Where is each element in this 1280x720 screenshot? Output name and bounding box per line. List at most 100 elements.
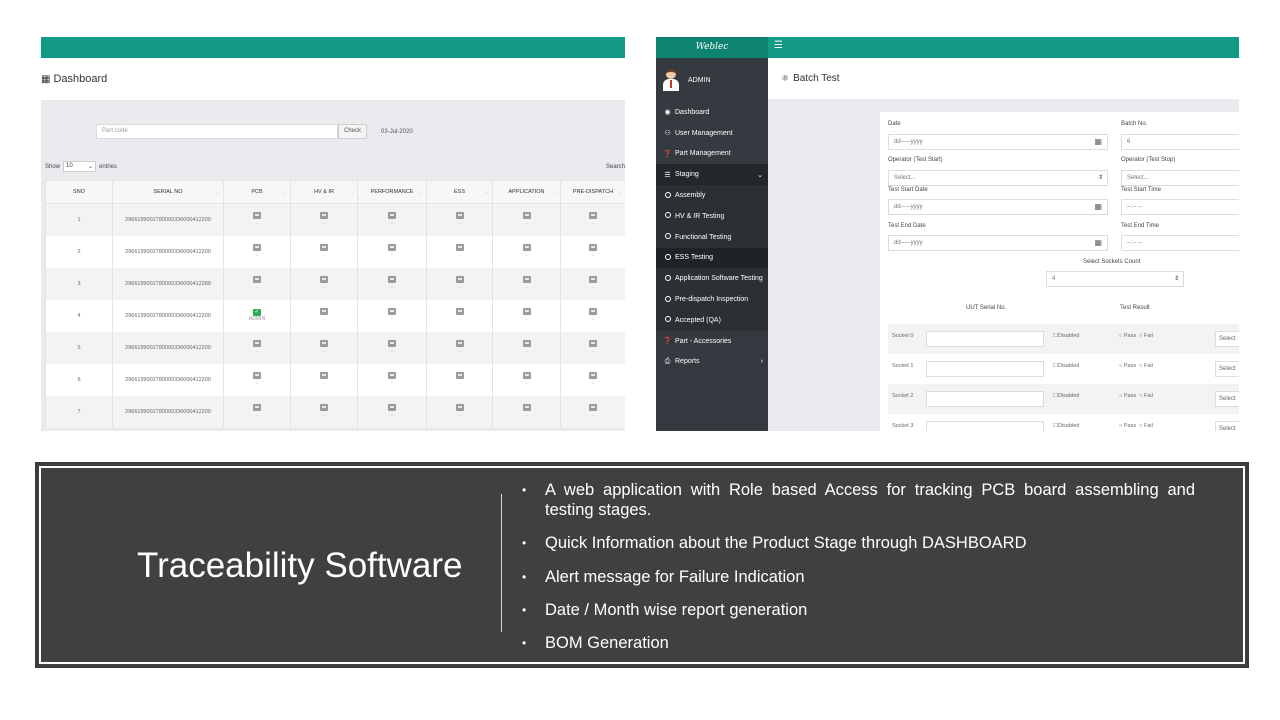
brand-logo[interactable]: Weblec	[656, 37, 768, 58]
pcb-status-cell[interactable]: ✓ ADMIN	[223, 299, 291, 332]
pending-icon[interactable]	[388, 244, 396, 251]
stage-status-cell[interactable]: -	[426, 395, 493, 428]
stage-status-cell[interactable]: -	[290, 203, 358, 236]
stage-status-cell[interactable]: -	[357, 363, 427, 396]
result-radio-group[interactable]: ○ Pass ○ Fail	[1119, 363, 1153, 369]
column-header[interactable]: PERFORMANCE ↑↓	[357, 180, 427, 204]
pending-icon[interactable]	[388, 372, 396, 379]
pending-icon[interactable]	[388, 308, 396, 315]
stage-status-cell[interactable]: -	[492, 235, 561, 268]
pending-icon[interactable]	[388, 212, 396, 220]
sidebar-item[interactable]: Accepted (QA)	[656, 309, 768, 331]
sidebar-item[interactable]: ☰ Staging ⌄	[656, 164, 768, 186]
stage-status-cell[interactable]: -	[426, 363, 493, 396]
entries-select[interactable]: 10 ⌄	[63, 161, 97, 172]
pending-icon[interactable]	[589, 244, 597, 251]
pending-icon[interactable]	[522, 212, 531, 220]
batch-no-input[interactable]: 6	[1121, 134, 1239, 150]
stage-status-cell[interactable]: -	[426, 267, 493, 300]
pending-icon[interactable]	[589, 372, 597, 379]
socket-select[interactable]: Select	[1215, 361, 1239, 377]
stage-status-cell[interactable]: -	[426, 235, 493, 268]
stage-status-cell[interactable]: -	[290, 267, 358, 300]
disabled-checkbox[interactable]: ☐Disabled	[1053, 393, 1079, 399]
pending-icon[interactable]	[522, 404, 531, 411]
stage-status-cell[interactable]: -	[357, 267, 427, 300]
pending-icon[interactable]	[253, 340, 261, 347]
stage-status-cell[interactable]: -	[492, 331, 561, 364]
pending-icon[interactable]	[522, 340, 531, 347]
socket-select[interactable]: Select	[1215, 421, 1239, 431]
result-radio-group[interactable]: ○ Pass ○ Fail	[1119, 333, 1153, 339]
pending-icon[interactable]	[320, 340, 328, 347]
stage-status-cell[interactable]: -	[290, 331, 358, 364]
pending-icon[interactable]	[253, 372, 261, 379]
pending-icon[interactable]	[320, 212, 328, 220]
stage-status-cell[interactable]: -	[426, 203, 493, 236]
pending-icon[interactable]	[455, 244, 464, 251]
disabled-checkbox[interactable]: ☐Disabled	[1053, 423, 1079, 429]
pending-icon[interactable]	[320, 372, 328, 379]
pending-icon[interactable]	[388, 404, 396, 411]
pending-icon[interactable]	[589, 340, 597, 347]
start-time-input[interactable]: --:-- --	[1121, 199, 1239, 215]
pending-icon[interactable]	[522, 308, 531, 315]
stage-status-cell[interactable]: -	[492, 395, 561, 428]
stage-status-cell[interactable]: -	[426, 331, 493, 364]
uut-serial-input[interactable]	[926, 391, 1044, 407]
pending-icon[interactable]	[455, 276, 464, 283]
column-header[interactable]: PCB ↑↓	[223, 180, 291, 204]
stage-status-cell[interactable]: -	[223, 235, 291, 268]
stage-status-cell[interactable]: -	[357, 203, 427, 236]
pending-icon[interactable]	[320, 244, 328, 251]
stage-status-cell[interactable]: -	[357, 395, 427, 428]
stage-status-cell[interactable]: -	[357, 331, 427, 364]
pending-icon[interactable]	[589, 212, 597, 220]
stage-status-cell[interactable]: -	[223, 203, 291, 236]
stage-status-cell[interactable]: -	[560, 331, 625, 364]
sidebar-item[interactable]: HV & IR Testing	[656, 205, 768, 227]
operator-start-select[interactable]: Select... ⇕	[888, 170, 1108, 186]
socket-select[interactable]: Select	[1215, 331, 1239, 347]
stage-status-cell[interactable]: -	[223, 267, 291, 300]
stage-status-cell[interactable]: -	[223, 395, 291, 428]
pending-icon[interactable]	[522, 372, 531, 379]
pending-icon[interactable]	[388, 340, 396, 347]
stage-status-cell[interactable]: -	[560, 395, 625, 428]
pending-icon[interactable]	[455, 372, 464, 379]
end-date-input[interactable]: dd-----yyyy ▦	[888, 235, 1108, 251]
stage-status-cell[interactable]: -	[223, 331, 291, 364]
part-code-input[interactable]: Part code	[96, 124, 338, 139]
sidebar-item[interactable]: Assembly	[656, 185, 768, 206]
disabled-checkbox[interactable]: ☐Disabled	[1053, 333, 1079, 339]
pending-icon[interactable]	[253, 244, 261, 251]
start-date-input[interactable]: dd-----yyyy ▦	[888, 199, 1108, 215]
check-icon[interactable]: ✓	[253, 309, 261, 316]
uut-serial-input[interactable]	[926, 331, 1044, 347]
stage-status-cell[interactable]: -	[560, 363, 625, 396]
end-time-input[interactable]: --:-- --	[1121, 235, 1239, 251]
sidebar-item[interactable]: ESS Testing	[656, 247, 768, 269]
sidebar-item[interactable]: ⚇ User Management	[656, 123, 768, 144]
pending-icon[interactable]	[320, 308, 328, 315]
stage-status-cell[interactable]: -	[290, 395, 358, 428]
stage-status-cell[interactable]: -	[492, 203, 561, 236]
date-input[interactable]: dd-----yyyy ▦	[888, 134, 1108, 150]
stage-status-cell[interactable]: -	[492, 299, 561, 332]
pending-icon[interactable]	[253, 212, 261, 220]
pending-icon[interactable]	[320, 404, 328, 411]
pending-icon[interactable]	[455, 340, 464, 347]
pending-icon[interactable]	[253, 276, 261, 283]
stage-status-cell[interactable]: -	[560, 299, 625, 332]
stage-status-cell[interactable]: -	[357, 235, 427, 268]
sidebar-item[interactable]: ◉ Dashboard	[656, 102, 768, 123]
uut-serial-input[interactable]	[926, 421, 1044, 431]
stage-status-cell[interactable]: -	[290, 299, 358, 332]
stage-status-cell[interactable]: -	[290, 363, 358, 396]
hamburger-icon[interactable]: ☰	[774, 40, 783, 51]
operator-stop-select[interactable]: Select...	[1121, 170, 1239, 186]
result-radio-group[interactable]: ○ Pass ○ Fail	[1119, 393, 1153, 399]
uut-serial-input[interactable]	[926, 361, 1044, 377]
pending-icon[interactable]	[320, 276, 328, 283]
column-header[interactable]: SNO ↑	[45, 180, 113, 204]
